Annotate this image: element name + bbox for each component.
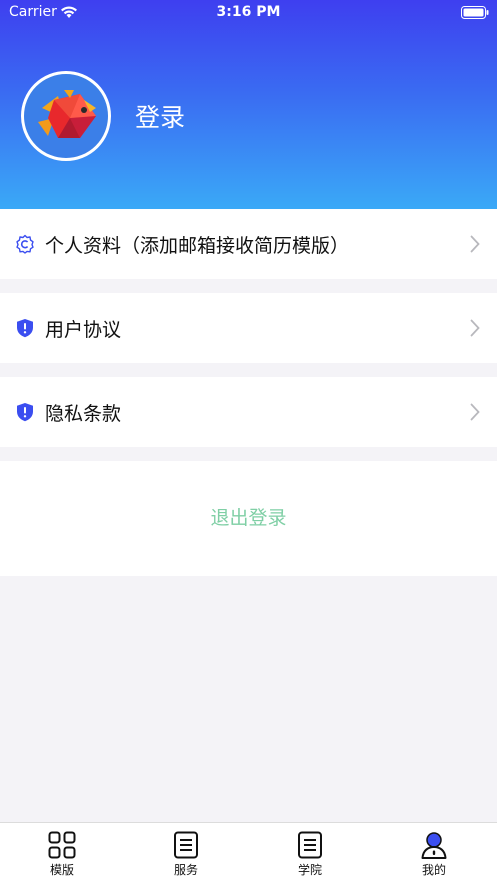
menu-item-profile[interactable]: 个人资料（添加邮箱接收简历模版）	[0, 209, 497, 279]
tab-label: 模版	[49, 863, 74, 877]
clock: 3:16 PM	[216, 4, 281, 20]
status-bar: Carrier 3:16 PM	[0, 0, 497, 26]
menu-item-label: 隐私条款	[45, 403, 122, 425]
menu-item-user-agreement[interactable]: 用户协议	[0, 293, 497, 363]
tab-bar: 模版 服务 学院 我的	[0, 822, 497, 883]
login-title[interactable]: 登录	[135, 98, 185, 134]
avatar[interactable]	[21, 71, 111, 161]
menu-item-label: 用户协议	[45, 319, 122, 341]
logout-label: 退出登录	[210, 507, 287, 529]
tab-templates[interactable]: 模版	[0, 823, 124, 883]
tab-label: 我的	[421, 863, 446, 877]
gear-icon	[15, 234, 35, 254]
tab-services[interactable]: 服务	[124, 823, 248, 883]
chevron-right-icon	[470, 319, 480, 341]
logout-button[interactable]: 退出登录	[0, 461, 497, 576]
tab-academy[interactable]: 学院	[248, 823, 372, 883]
document-icon	[174, 831, 198, 859]
battery-icon	[461, 6, 489, 23]
menu-item-label: 个人资料（添加邮箱接收简历模版）	[45, 235, 350, 257]
profile-header: Carrier 3:16 PM 登录	[0, 0, 497, 209]
tab-label: 服务	[173, 863, 198, 877]
fish-logo-icon	[38, 90, 96, 138]
shield-alert-icon	[15, 318, 35, 338]
tab-label: 学院	[297, 863, 322, 877]
document-icon	[298, 831, 322, 859]
shield-alert-icon	[15, 402, 35, 422]
grid-icon	[48, 831, 76, 859]
menu-item-privacy[interactable]: 隐私条款	[0, 377, 497, 447]
chevron-right-icon	[470, 235, 480, 257]
chevron-right-icon	[470, 403, 480, 425]
tab-mine[interactable]: 我的	[372, 823, 496, 883]
person-icon	[421, 832, 447, 859]
